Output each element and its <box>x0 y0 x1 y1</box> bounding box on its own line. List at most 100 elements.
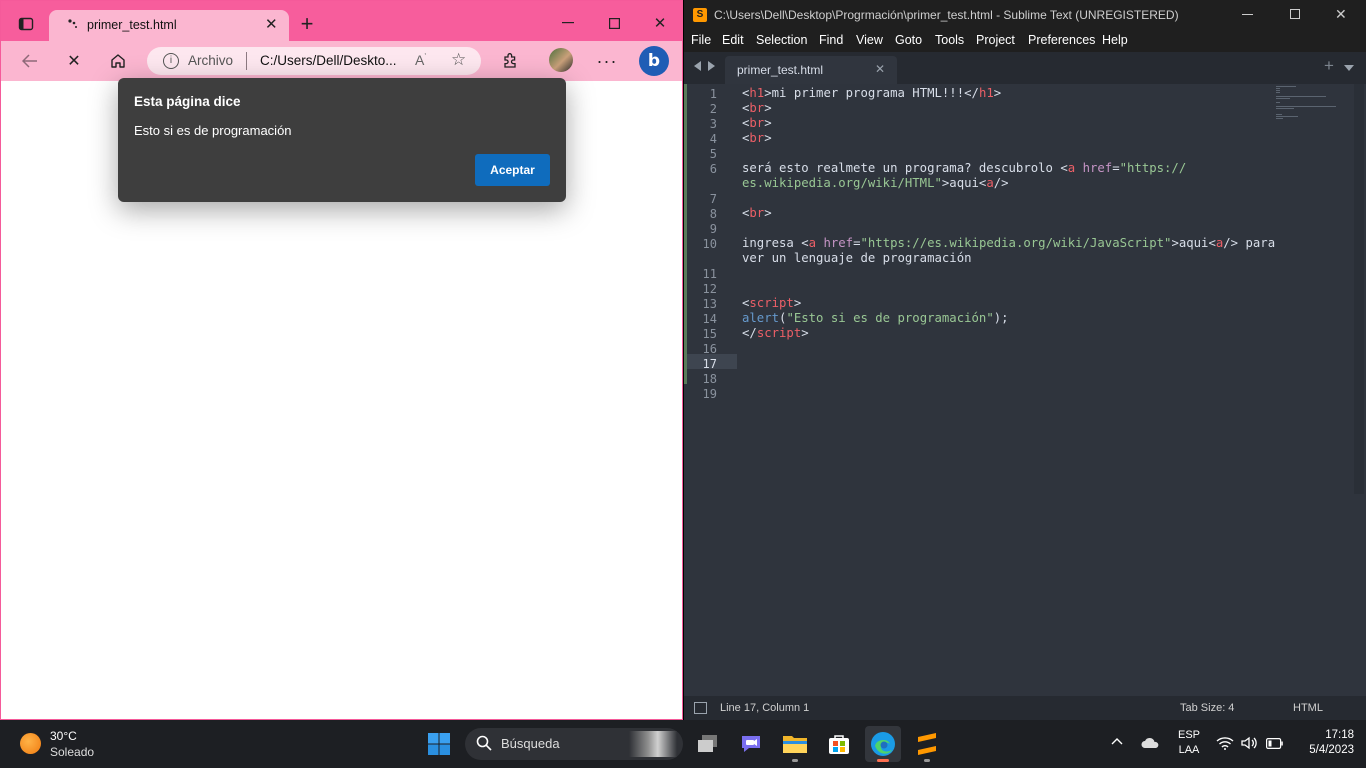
code-editor[interactable]: 1 2 3 4 5 6 7 8 9 10 11 12 13 14 15 16 1… <box>684 84 1366 696</box>
start-button[interactable] <box>421 726 457 762</box>
active-indicator <box>877 759 889 762</box>
minimap[interactable] <box>1274 84 1354 124</box>
menu-help[interactable]: Help <box>1102 33 1128 47</box>
alert-dialog: Esta página dice Esto si es de programac… <box>118 78 566 202</box>
menu-goto[interactable]: Goto <box>895 33 922 47</box>
line-number: 3 <box>709 117 717 131</box>
address-bar[interactable]: i Archivo C:/Users/Dell/Deskto... Aʼ ☆ <box>147 47 481 75</box>
sublime-tab-primer-test[interactable]: primer_test.html ✕ <box>725 56 897 84</box>
omnibox-divider <box>246 52 247 70</box>
sublime-tab-label: primer_test.html <box>737 63 824 77</box>
menu-tools[interactable]: Tools <box>935 33 964 47</box>
back-icon[interactable] <box>19 51 41 71</box>
sublime-maximize-icon[interactable] <box>1290 9 1300 19</box>
menu-edit[interactable]: Edit <box>722 33 744 47</box>
sublime-tabbar: primer_test.html ✕ + <box>684 52 1366 84</box>
sublime-window-title: C:\Users\Dell\Desktop\Progrmación\primer… <box>714 8 1179 22</box>
tab-primer-test[interactable]: primer_test.html ✕ <box>49 10 289 41</box>
accept-button[interactable]: Aceptar <box>475 154 550 186</box>
tab-list-icon[interactable] <box>1344 65 1354 71</box>
sublime-taskbar-icon[interactable] <box>909 726 945 762</box>
menu-find[interactable]: Find <box>819 33 843 47</box>
store-icon[interactable] <box>821 726 857 762</box>
line-number: 4 <box>709 132 717 146</box>
browser-window: primer_test.html ✕ + ✕ ✕ i Archivo C:/Us… <box>0 0 683 720</box>
sublime-minimize-icon[interactable] <box>1242 14 1253 15</box>
menu-file[interactable]: File <box>691 33 711 47</box>
weather-desc: Soleado <box>50 745 95 759</box>
tab-size[interactable]: Tab Size: 4 <box>1180 702 1234 714</box>
browser-tabstrip: primer_test.html ✕ + ✕ <box>1 1 682 41</box>
syntax-mode[interactable]: HTML <box>1293 702 1323 714</box>
sublime-close-icon[interactable]: ✕ <box>1335 6 1347 23</box>
weather-temp: 30°C <box>50 729 77 743</box>
volume-icon[interactable] <box>1241 736 1258 750</box>
code-line-3: <br> <box>742 116 772 130</box>
info-icon[interactable]: i <box>163 53 179 69</box>
window-close-icon[interactable]: ✕ <box>650 13 670 33</box>
line-number: 6 <box>709 162 717 176</box>
vertical-scrollbar[interactable] <box>1354 84 1364 494</box>
tab-close-icon[interactable]: ✕ <box>265 17 278 32</box>
search-icon <box>476 735 492 751</box>
show-hidden-icons[interactable] <box>1111 737 1123 749</box>
profile-avatar[interactable] <box>549 48 573 72</box>
code-line-14: alert("Esto si es de programación"); <box>742 311 1009 325</box>
line-number: 12 <box>702 282 717 296</box>
menu-view[interactable]: View <box>856 33 883 47</box>
sublime-tab-close-icon[interactable]: ✕ <box>875 62 885 76</box>
clock[interactable]: 17:18 5/4/2023 <box>1292 729 1354 756</box>
weather-widget[interactable]: 30°C Soleado <box>20 728 110 762</box>
menu-preferences[interactable]: Preferences <box>1028 33 1095 47</box>
sun-icon <box>20 733 41 754</box>
sublime-statusbar: Line 17, Column 1 Tab Size: 4 HTML <box>684 696 1366 720</box>
battery-icon[interactable] <box>1266 738 1283 749</box>
tab-next-icon[interactable] <box>708 61 715 71</box>
new-file-icon[interactable]: + <box>1324 56 1334 76</box>
menu-selection[interactable]: Selection <box>756 33 807 47</box>
tab-title: primer_test.html <box>87 18 177 32</box>
url-text[interactable]: C:/Users/Dell/Deskto... <box>260 53 397 68</box>
code-line-6: será esto realmete un programa? descubro… <box>742 161 1187 175</box>
read-aloud-icon[interactable]: Aʼ <box>415 52 426 68</box>
more-options-icon[interactable]: ··· <box>595 50 619 72</box>
search-highlight-image <box>629 731 677 757</box>
maximize-icon[interactable] <box>604 13 624 33</box>
loading-spinner-icon <box>67 18 81 32</box>
taskbar-search[interactable]: Búsqueda <box>465 728 683 760</box>
home-icon[interactable] <box>107 51 129 71</box>
running-indicator <box>792 759 798 762</box>
line-number: 7 <box>709 192 717 206</box>
minimize-icon[interactable] <box>558 13 578 33</box>
onedrive-icon[interactable] <box>1141 737 1159 748</box>
line-number: 13 <box>702 297 717 311</box>
menu-project[interactable]: Project <box>976 33 1015 47</box>
line-number: 9 <box>709 222 717 236</box>
tab-prev-icon[interactable] <box>694 61 701 71</box>
panel-toggle-icon[interactable] <box>694 702 707 714</box>
teams-chat-icon[interactable] <box>733 726 769 762</box>
code-line-8: <br> <box>742 206 772 220</box>
code-line-4: <br> <box>742 131 772 145</box>
edge-icon[interactable] <box>865 726 901 762</box>
bing-chat-icon[interactable]: b <box>639 46 669 76</box>
extensions-icon[interactable] <box>499 50 521 72</box>
tab-actions-icon[interactable] <box>15 13 37 35</box>
keyboard-layout: LAA <box>1178 744 1200 756</box>
sublime-window: S C:\Users\Dell\Desktop\Progrmación\prim… <box>684 0 1366 720</box>
code-line-6-wrap: es.wikipedia.org/wiki/HTML">aqui<a/> <box>742 176 1009 190</box>
stop-loading-icon[interactable]: ✕ <box>63 51 85 71</box>
task-view-icon[interactable] <box>690 726 726 762</box>
search-placeholder: Búsqueda <box>501 736 560 751</box>
favorite-add-icon[interactable]: ☆ <box>451 50 466 70</box>
taskbar: 30°C Soleado Búsqueda ESP LAA 17:18 5/4/… <box>0 720 1366 768</box>
code-line-13: <script> <box>742 296 802 310</box>
line-number: 1 <box>709 87 717 101</box>
new-tab-icon[interactable]: + <box>297 11 317 36</box>
file-explorer-icon[interactable] <box>777 726 813 762</box>
line-number: 8 <box>709 207 717 221</box>
language-indicator[interactable]: ESP LAA <box>1174 729 1204 756</box>
code-line-1: <h1>mi primer programa HTML!!!</h1> <box>742 86 1002 100</box>
wifi-icon[interactable] <box>1216 736 1234 750</box>
code-line-15: </script> <box>742 326 809 340</box>
